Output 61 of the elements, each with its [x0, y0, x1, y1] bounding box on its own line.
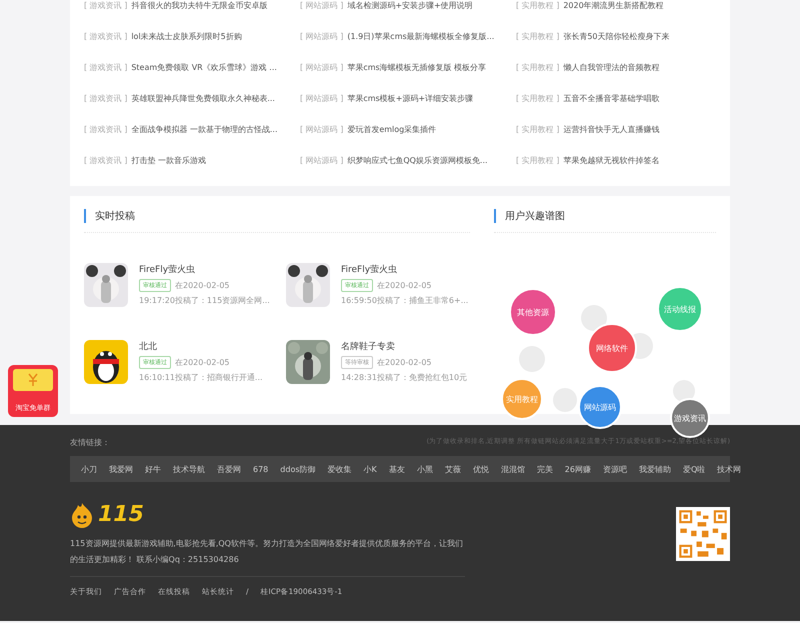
article-link[interactable]: 苹果免越狱无视软件掉签名 [563, 155, 660, 166]
friend-link[interactable]: 吾爱网 [217, 464, 241, 474]
friend-link[interactable]: 我爱辅助 [638, 464, 671, 474]
article-link[interactable]: 织梦响应式七鱼QQ娱乐资源网模板免... [347, 155, 488, 166]
friend-link[interactable]: 技术导航 [173, 464, 205, 474]
friend-link[interactable]: 优悦 [472, 464, 489, 474]
article-link[interactable]: lol未来战士皮肤系列限时5折购 [131, 31, 242, 42]
article-link[interactable]: Steam免费领取 VR《欢乐雪球》游戏 ... [131, 62, 277, 73]
friend-link[interactable]: 技术网 [717, 464, 742, 474]
decor-circle [673, 380, 695, 402]
friend-link[interactable]: 爱收集 [328, 464, 352, 474]
friend-link[interactable]: 基友 [388, 464, 405, 474]
submit-date: 在2020-02-05 [377, 357, 432, 368]
article-link[interactable]: 全面战争模拟器 一款基于物理的古怪战... [131, 124, 278, 135]
friend-link[interactable]: 爱Q啦 [682, 464, 706, 474]
friend-link[interactable]: 678 [253, 464, 268, 474]
friend-link[interactable]: 小黑 [416, 464, 433, 474]
friend-link[interactable]: 26网赚 [564, 464, 591, 474]
penguin-icon [84, 340, 128, 384]
article-link[interactable]: 英雄联盟神兵降世免费领取永久神秘表... [131, 93, 275, 104]
decor-circle [581, 305, 607, 331]
interest-bubble[interactable]: 网络软件 [587, 323, 637, 373]
logo-text: 115 [98, 502, 144, 528]
friend-link[interactable]: 混混馆 [500, 464, 525, 474]
article-link[interactable]: 苹果cms海螺模板无插修复版 模板分享 [347, 62, 486, 73]
article-link[interactable]: 打击垫 一款音乐游戏 [131, 155, 206, 166]
article-link[interactable]: 张长青50天陪你轻松瘦身下来 [563, 31, 670, 42]
yen-envelope-flap-icon [13, 369, 53, 391]
friend-link[interactable]: 小刀 [81, 464, 97, 474]
user-name[interactable]: FireFly萤火虫 [139, 263, 270, 276]
friend-link[interactable]: 资源吧 [602, 464, 627, 474]
section-title: 实时投稿 [84, 209, 135, 223]
interest-bubble[interactable]: 网站源码 [578, 385, 622, 429]
section-title: 用户兴趣谱图 [494, 209, 565, 223]
submit-date: 在2020-02-05 [175, 357, 230, 368]
user-name[interactable]: 名牌鞋子专卖 [341, 340, 468, 353]
friend-link[interactable]: 好牛 [145, 464, 161, 474]
article-link[interactable]: 爱玩首发emlog采集插件 [347, 124, 436, 135]
article-link[interactable]: 苹果cms模板+源码+详细安装步骤 [347, 93, 474, 104]
interest-bubble[interactable]: 游戏资讯 [670, 398, 710, 438]
user-name[interactable]: FireFly萤火虫 [341, 263, 468, 276]
article-link[interactable]: 懒人自我管理法的音频教程 [563, 62, 660, 73]
friend-link[interactable]: 完美 [536, 464, 553, 474]
article-link[interactable]: 运营抖音快手无人直播赚钱 [563, 124, 660, 135]
interest-bubble[interactable]: 其他资源 [509, 288, 557, 336]
submit-date: 在2020-02-05 [175, 280, 230, 291]
links-label: 友情链接： [70, 437, 110, 448]
article-link[interactable]: 五音不全播音零基础学唱歌 [563, 93, 660, 104]
article-link[interactable]: 抖音很火的我功夫特牛无限金币安卓版 [131, 0, 268, 11]
friend-link[interactable]: 艾薇 [444, 464, 461, 474]
user-name[interactable]: 北北 [139, 340, 263, 353]
submit-date: 在2020-02-05 [377, 280, 432, 291]
article-link[interactable]: (1.9日)苹果cms最新海螺模板全修复版... [347, 31, 494, 42]
article-link[interactable]: 2020年潮流男生新搭配教程 [563, 0, 664, 11]
article-link[interactable]: 域名检测源码+安装步骤+使用说明 [347, 0, 473, 11]
site-description: 115资源网提供最新游戏辅助,电影抢先看,QQ软件等。努力打造为全国网络爱好者提供优质服务的平台，让我们的生活更加精彩！ 联系小编Qq：2515304286 [70, 538, 464, 566]
friend-link[interactable]: 小K [364, 464, 377, 474]
friend-link[interactable]: 我爱网 [109, 464, 133, 474]
flame-mascot-icon [70, 502, 94, 528]
qr-code-icon [676, 507, 730, 561]
friend-link[interactable]: ddos防御 [280, 464, 316, 474]
